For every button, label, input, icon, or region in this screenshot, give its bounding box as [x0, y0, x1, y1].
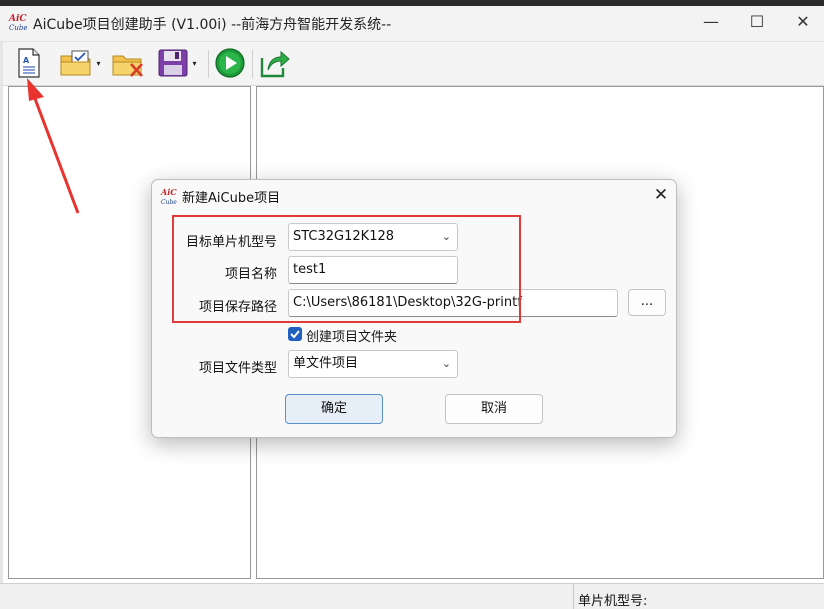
dialog-close-button[interactable]: ✕ — [649, 184, 673, 206]
open-dropdown-icon[interactable]: ▾ — [96, 59, 100, 68]
export-icon — [260, 50, 290, 78]
svg-text:AiC: AiC — [160, 187, 177, 197]
save-button[interactable]: ▾ — [150, 46, 204, 80]
window-title: AiCube项目创建助手 (V1.00i) --前海方舟智能开发系统-- — [33, 17, 392, 33]
browse-button[interactable]: ... — [628, 289, 666, 316]
create-folder-label: 创建项目文件夹 — [306, 330, 398, 345]
minimize-button[interactable]: — — [688, 8, 734, 36]
app-logo-icon: AiC Cube — [8, 11, 30, 33]
window-edge — [0, 42, 3, 583]
run-icon — [215, 48, 245, 78]
file-type-value: 单文件项目 — [293, 356, 359, 371]
open-project-button[interactable]: ▾ — [54, 46, 106, 80]
save-dropdown-icon[interactable]: ▾ — [192, 59, 196, 68]
dialog-title: 新建AiCube项目 — [182, 191, 281, 206]
save-icon — [158, 49, 188, 77]
open-project-icon — [60, 50, 91, 76]
highlight-box — [172, 215, 521, 323]
close-window-button[interactable]: ✕ — [780, 8, 824, 36]
file-type-label: 项目文件类型 — [198, 361, 277, 376]
status-bar — [0, 583, 824, 609]
create-folder-checkbox[interactable] — [288, 327, 302, 341]
close-project-icon — [112, 55, 143, 77]
status-mcu-label: 单片机型号: — [578, 594, 648, 609]
new-project-icon: A — [18, 48, 40, 78]
svg-text:Cube: Cube — [9, 24, 28, 32]
ok-button[interactable]: 确定 — [285, 394, 383, 424]
new-project-dialog: AiC Cube 新建AiCube项目 ✕ 目标单片机型号 STC32G12K1… — [151, 179, 677, 438]
svg-text:Cube: Cube — [161, 199, 177, 206]
file-type-select[interactable]: 单文件项目 ⌄ — [288, 350, 458, 378]
checkmark-icon — [290, 330, 300, 339]
background-strip — [0, 0, 824, 6]
toolbar-separator — [252, 50, 253, 78]
export-button[interactable] — [258, 46, 292, 80]
run-button[interactable] — [213, 46, 247, 80]
maximize-button[interactable]: ☐ — [734, 8, 780, 36]
status-divider — [573, 584, 574, 609]
close-project-button[interactable] — [110, 46, 146, 80]
svg-text:A: A — [23, 56, 30, 65]
cancel-button[interactable]: 取消 — [445, 394, 543, 424]
chevron-down-icon: ⌄ — [441, 357, 451, 370]
dialog-logo-icon: AiC Cube — [160, 186, 180, 206]
new-project-button[interactable]: A — [14, 46, 44, 80]
toolbar-separator — [208, 50, 209, 78]
svg-text:AiC: AiC — [8, 14, 27, 24]
